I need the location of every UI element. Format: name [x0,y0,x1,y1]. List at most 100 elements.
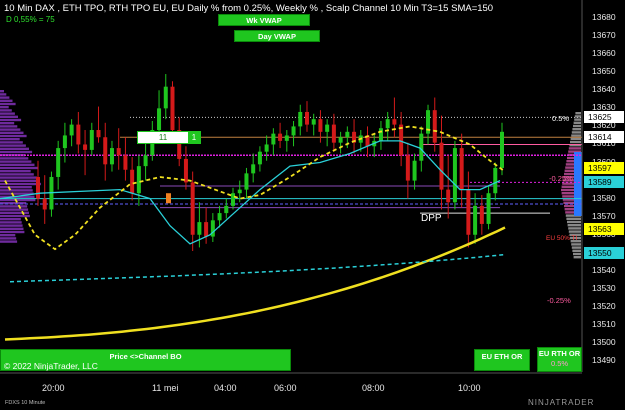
tpo-left-bar [0,125,18,128]
tpo-left-bar [0,218,21,221]
candle-body [311,119,316,125]
order-quantity-widget[interactable]: 11 1 [137,131,201,144]
tpo-right-bar [568,227,581,230]
orange-marker [166,193,171,204]
pct-upper-label: 0.5% [552,114,570,123]
price-tick: 13640 [592,84,616,95]
candle-body [231,193,236,206]
tpo-left-bar [0,234,16,237]
tpo-right-bar [571,246,581,249]
candle-body [325,124,330,132]
candle-body [405,155,410,181]
candle-body [237,189,242,194]
tpo-left-bar [0,122,15,125]
tpo-left-bar [0,166,38,170]
candle-body [432,110,437,143]
price-box: 13614 [584,131,624,144]
candle-body [331,124,336,143]
instrument-label: FDXS 10 Minute [5,400,46,406]
cyan-ma-line [0,140,501,245]
tpo-left-bar [0,102,16,106]
tpo-left-bar [0,90,4,93]
candle-body [83,144,88,150]
tpo-left-bar [0,128,21,131]
tpo-right-bar [566,217,581,220]
price-box: 13550 [584,246,624,259]
time-tick: 10:00 [458,383,481,393]
wk-vwap-line [4,226,506,341]
tpo-left-bar [0,99,13,102]
eu-rth-or-button[interactable]: EU RTH OR 0.5% [537,347,582,372]
candle-body [244,173,249,190]
candle-body [473,205,478,235]
tpo-left-bar [0,224,23,227]
candle-body [378,128,383,141]
candle-body [136,166,141,194]
eu-level-label: EU 50% TI [546,235,578,242]
tpo-left-bar [0,141,23,144]
ninjatrader-logo: NINJATRADER [528,398,595,407]
candle-body [116,148,121,156]
price-tick: 13520 [592,300,616,311]
tpo-left-bar [0,93,7,96]
quantity-button[interactable]: 1 [188,132,200,143]
price-tick: 13510 [592,319,616,330]
tpo-right-bar [571,131,581,134]
tpo-left-bar [0,118,22,122]
tpo-left-bar [0,214,30,218]
candle-body [479,205,484,224]
candle-body [291,126,296,136]
tpo-left-bar [0,208,29,211]
tpo-right-bar [572,128,581,131]
candle-body [224,205,229,214]
candle-body [264,144,269,152]
price-tick: 13650 [592,66,616,77]
candle-body [459,148,464,190]
tpo-left-bar [0,157,29,160]
chart-root[interactable]: 10 Min DAX , ETH TPO, RTH TPO EU, EU Dai… [0,0,625,410]
day-vwap-button[interactable]: Day VWAP [234,30,320,42]
price-tick: 13580 [592,192,616,203]
candle-body [345,131,350,138]
tpo-left-bar [0,163,35,166]
dpp-label: DPP [421,213,442,224]
tpo-left-bar [0,96,10,99]
quantity-field[interactable]: 11 [138,132,188,143]
tpo-right-bar [571,243,581,246]
time-tick: 08:00 [362,383,385,393]
tpo-left-bar [0,144,26,147]
tpo-right-bar [573,256,581,259]
candle-body [76,124,81,145]
candle-body [419,133,424,161]
candle-body [257,151,262,165]
tpo-left-bar [0,173,34,176]
tpo-right-bar [567,224,581,227]
tpo-left-bar [0,115,18,118]
candle-body [251,164,256,174]
tpo-left-bar [0,109,12,112]
tpo-right-bar [573,121,581,124]
tpo-right-bar [573,252,581,256]
tpo-right-bar [571,134,581,137]
price-tick: 13660 [592,48,616,59]
tpo-left-bar [0,237,17,240]
tpo-left-bar [0,147,29,150]
eu-eth-or-button[interactable]: EU ETH OR [474,349,530,371]
candle-body [412,160,417,181]
price-tick: 13680 [592,12,616,23]
price-box: 13625 [584,111,624,124]
pct-low-label: -0.25% [547,296,571,305]
tpo-right-bar [573,124,581,128]
tpo-right-bar [574,118,581,121]
tpo-left-bar [0,176,37,179]
price-tick: 13530 [592,282,616,293]
candle-body [271,133,276,145]
tpo-right-bar [575,112,581,115]
candle-body [89,130,94,150]
tpo-left-bar [0,221,22,224]
tpo-left-bar [0,112,15,115]
wk-vwap-button[interactable]: Wk VWAP [218,14,310,26]
candle-body [170,86,175,131]
time-tick: 04:00 [214,383,237,393]
time-tick: 11 mei [152,383,179,393]
